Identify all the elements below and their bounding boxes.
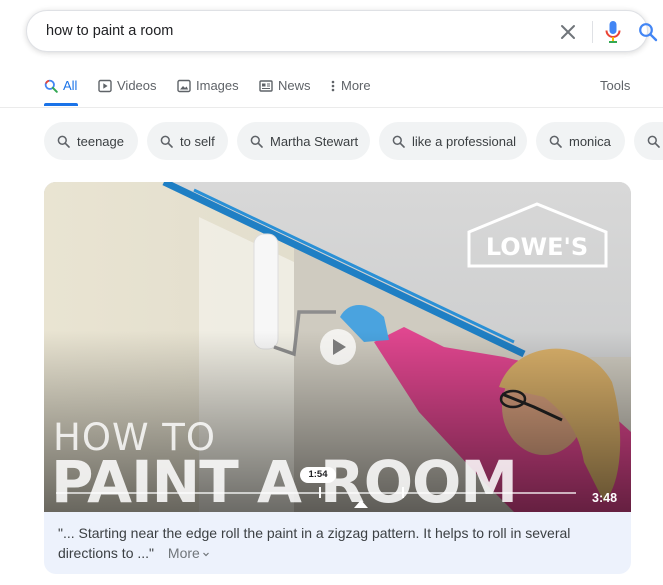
tab-news[interactable]: News	[259, 78, 311, 93]
progress-start-marker	[319, 487, 321, 498]
search-icon	[44, 79, 58, 93]
chip-martha-stewart[interactable]: Martha Stewart	[237, 122, 370, 160]
search-icon[interactable]	[638, 22, 658, 42]
tab-all[interactable]: All	[44, 78, 77, 93]
progress-end-marker	[402, 487, 404, 498]
chip-like-a-professional[interactable]: like a professional	[379, 122, 527, 160]
search-icon	[392, 135, 405, 148]
search-icon	[160, 135, 173, 148]
chip-teenage[interactable]: teenage	[44, 122, 138, 160]
search-icon	[549, 135, 562, 148]
video-snippet: "... Starting near the edge roll the pai…	[58, 523, 618, 563]
chip-overflow[interactable]	[634, 122, 663, 160]
chip-to-self[interactable]: to self	[147, 122, 228, 160]
more-label: More	[167, 545, 200, 561]
search-icon	[647, 135, 660, 148]
tab-more-label: More	[341, 78, 371, 93]
time-pointer	[354, 500, 368, 508]
tab-videos-label: Videos	[117, 78, 157, 93]
tab-images-label: Images	[196, 78, 239, 93]
vertical-dots-icon	[331, 80, 335, 91]
video-thumbnail[interactable]: LOWE'S HOW TO PAINT A ROOM 1:54 3:48	[44, 182, 631, 512]
microphone-icon[interactable]	[604, 20, 622, 44]
snippet-text: "... Starting near the edge roll the pai…	[58, 525, 571, 561]
chip-label: Martha Stewart	[270, 133, 359, 149]
tab-more[interactable]: More	[330, 78, 371, 93]
tools-label: Tools	[600, 78, 631, 93]
current-time-bubble: 1:54	[300, 467, 336, 483]
tools-button[interactable]: Tools	[600, 78, 630, 93]
lowes-logo-text: LOWE'S	[486, 233, 588, 261]
search-input[interactable]: how to paint a room	[46, 23, 173, 39]
search-bar-divider	[592, 21, 593, 43]
search-bar[interactable]: how to paint a room	[26, 10, 658, 52]
search-icon	[250, 135, 263, 148]
chip-label: monica	[569, 133, 611, 149]
chip-label: teenage	[77, 133, 124, 149]
news-icon	[259, 79, 273, 92]
video-icon	[98, 79, 112, 92]
play-icon	[333, 339, 346, 355]
chip-label: to self	[180, 133, 215, 149]
video-title-line2: PAINT A ROOM	[51, 448, 518, 512]
search-icon	[57, 135, 70, 148]
active-tab-indicator	[44, 103, 78, 106]
tab-videos[interactable]: Videos	[98, 78, 157, 93]
video-duration: 3:48	[592, 491, 618, 505]
video-progress-bar[interactable]	[56, 492, 576, 494]
play-button[interactable]	[320, 329, 356, 365]
clear-icon[interactable]	[559, 23, 577, 41]
search-tabs: All Videos Images News More Tools	[0, 70, 663, 108]
image-icon	[177, 79, 191, 92]
snippet-more-link[interactable]: More	[168, 545, 210, 561]
tab-news-label: News	[278, 78, 311, 93]
chevron-down-icon	[202, 552, 209, 557]
tab-images[interactable]: Images	[177, 78, 239, 93]
chip-monica[interactable]: monica	[536, 122, 625, 160]
video-result-card[interactable]: LOWE'S HOW TO PAINT A ROOM 1:54 3:48 "..…	[44, 182, 631, 574]
chip-label: like a professional	[412, 133, 517, 149]
tab-all-label: All	[63, 78, 78, 93]
